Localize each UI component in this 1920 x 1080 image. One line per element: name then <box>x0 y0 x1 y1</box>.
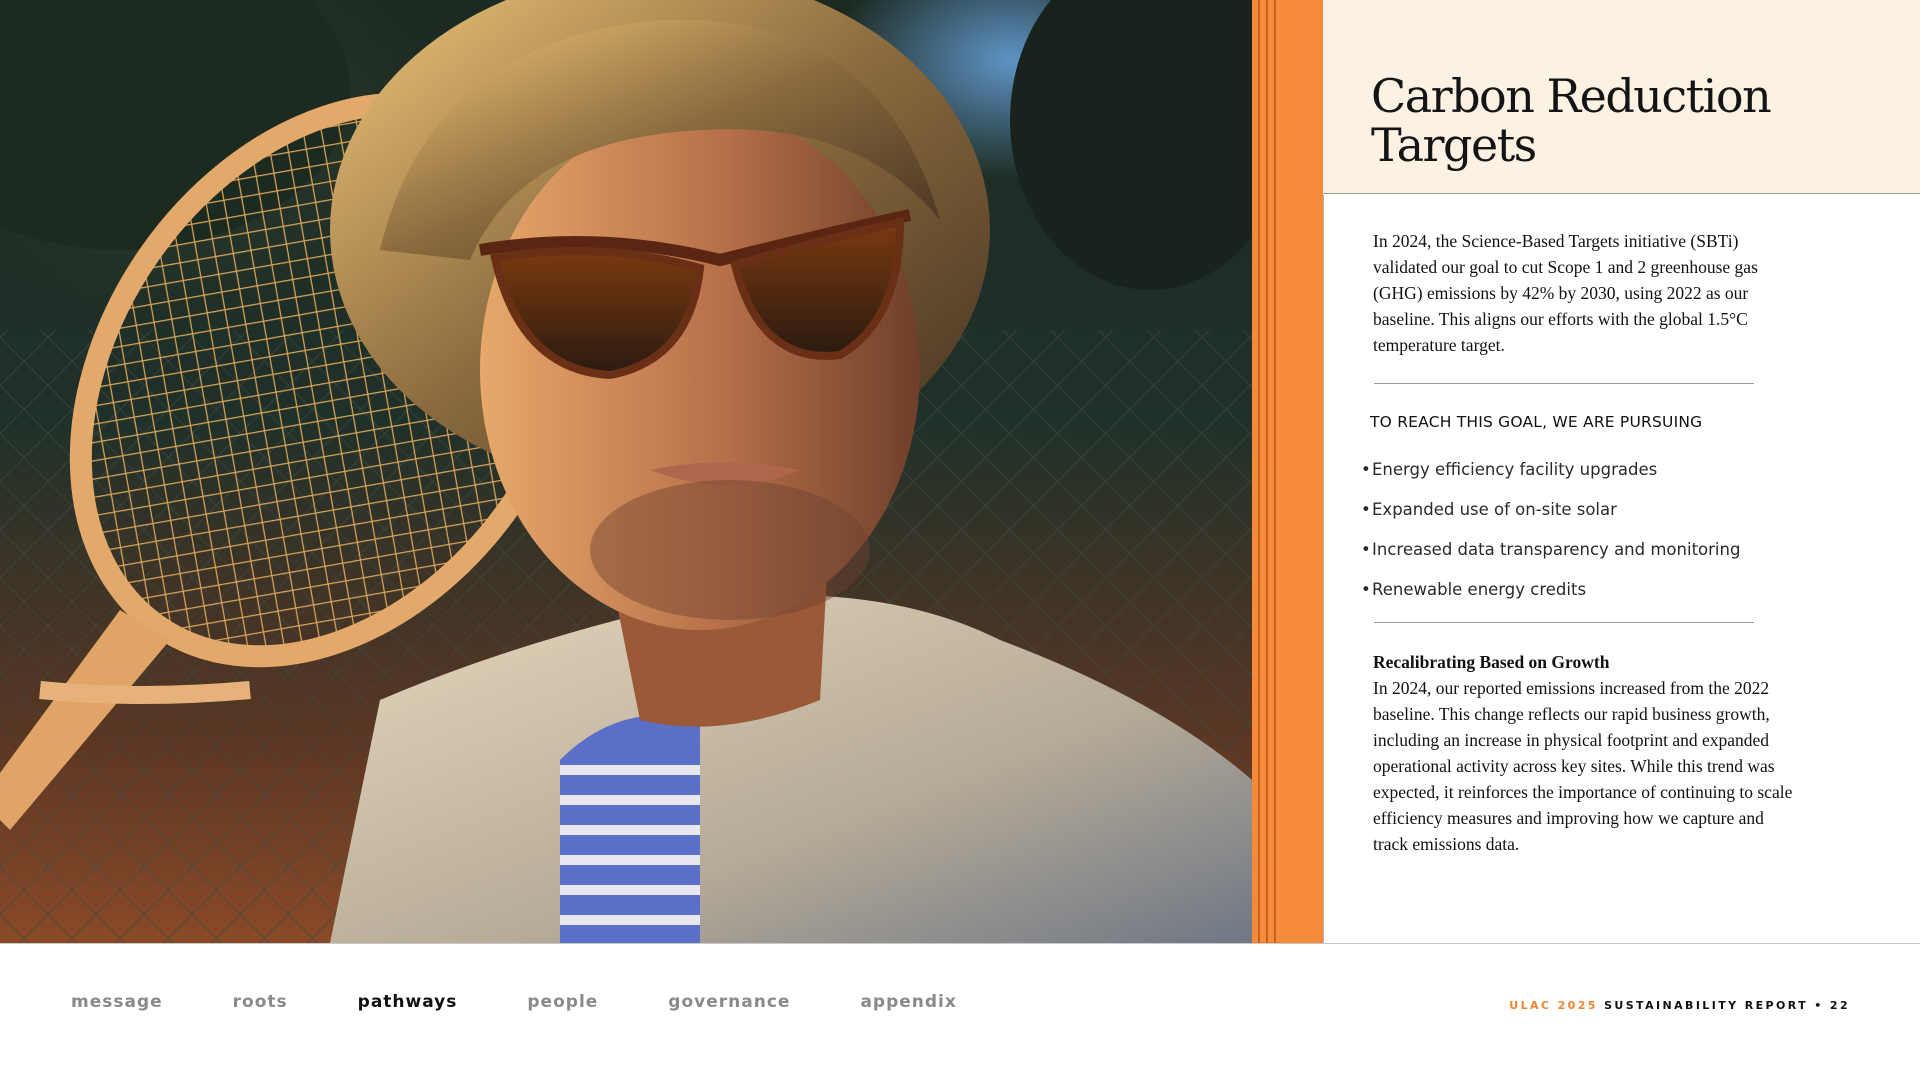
accent-stripes <box>1252 0 1323 943</box>
accent-stripe-line <box>1266 0 1268 943</box>
intro-paragraph: In 2024, the Science-Based Targets initi… <box>1373 231 1758 355</box>
accent-stripe-line <box>1258 0 1260 943</box>
divider <box>1374 622 1754 623</box>
list-item-label: Renewable energy credits <box>1372 580 1587 599</box>
growth-heading: Recalibrating Based on Growth <box>1373 652 1610 672</box>
list-item: •Increased data transparency and monitor… <box>1361 530 1821 570</box>
section-content: In 2024, the Science-Based Targets initi… <box>1323 195 1920 943</box>
nav-item-appendix[interactable]: appendix <box>860 992 956 1012</box>
pursuing-heading: TO REACH THIS GOAL, WE ARE PURSUING <box>1370 413 1703 431</box>
nav-item-pathways[interactable]: pathways <box>358 992 458 1012</box>
report-brand: ULAC 2025 <box>1509 999 1598 1012</box>
hero-photo-illustration <box>0 0 1252 943</box>
accent-stripe-line <box>1274 0 1276 943</box>
bullet-icon: • <box>1361 500 1371 519</box>
list-item-label: Expanded use of on-site solar <box>1372 500 1617 519</box>
list-item: •Energy efficiency facility upgrades <box>1361 450 1821 490</box>
separator: • <box>1814 999 1824 1012</box>
divider <box>1374 383 1754 384</box>
section-header: Carbon Reduction Targets <box>1323 0 1920 194</box>
nav-item-governance[interactable]: governance <box>668 992 790 1012</box>
nav-item-roots[interactable]: roots <box>233 992 288 1012</box>
nav-item-people[interactable]: people <box>527 992 598 1012</box>
growth-paragraph: In 2024, our reported emissions increase… <box>1373 678 1793 854</box>
page-info: ULAC 2025 SUSTAINABILITY REPORT • 22 <box>1509 999 1850 1012</box>
hero-photo <box>0 0 1252 943</box>
report-name: SUSTAINABILITY REPORT <box>1604 999 1808 1012</box>
list-item-label: Energy efficiency facility upgrades <box>1372 460 1658 479</box>
bullet-icon: • <box>1361 460 1371 479</box>
nav-item-message[interactable]: message <box>71 992 163 1012</box>
page-title: Carbon Reduction Targets <box>1371 69 1772 172</box>
list-item: •Expanded use of on-site solar <box>1361 490 1821 530</box>
section-nav: message roots pathways people governance… <box>71 992 957 1012</box>
bullet-icon: • <box>1361 580 1371 599</box>
growth-section: Recalibrating Based on Growth In 2024, o… <box>1373 649 1793 857</box>
accent-stripe <box>1252 0 1323 943</box>
bullet-icon: • <box>1361 540 1371 559</box>
page-number: 22 <box>1829 999 1850 1012</box>
footer: message roots pathways people governance… <box>0 943 1920 1080</box>
pursuing-list: •Energy efficiency facility upgrades •Ex… <box>1361 450 1821 610</box>
list-item: •Renewable energy credits <box>1361 570 1821 610</box>
list-item-label: Increased data transparency and monitori… <box>1372 540 1741 559</box>
